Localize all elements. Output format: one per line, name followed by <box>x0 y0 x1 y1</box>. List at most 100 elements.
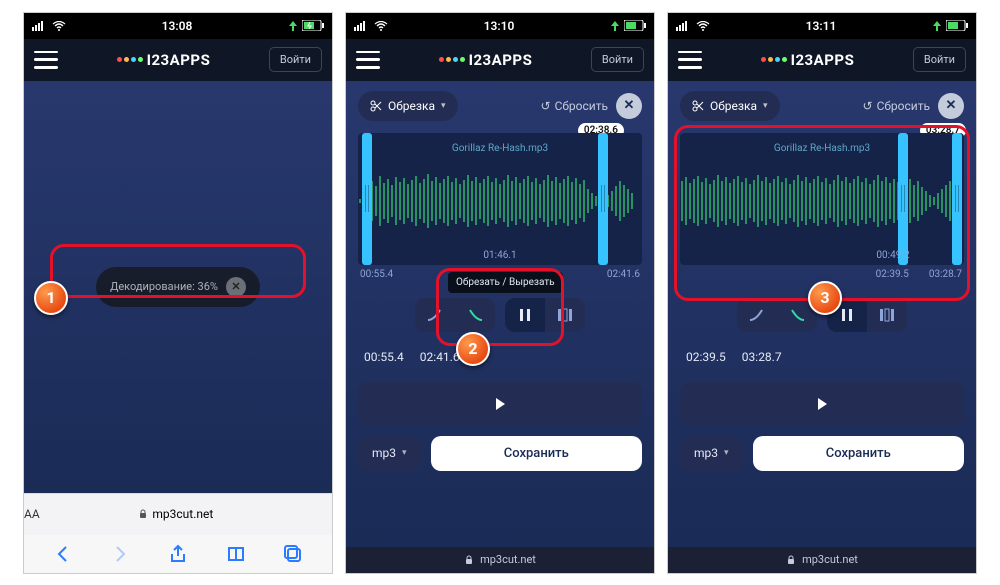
lock-icon <box>786 555 796 565</box>
format-button[interactable]: mp3 ▾ <box>358 436 421 471</box>
play-icon <box>492 396 508 412</box>
menu-icon[interactable] <box>678 51 702 69</box>
app-surface: Обрезка ▾ ↺ Сбросить ✕ 02:38.6 Gorillaz … <box>346 81 654 547</box>
waveform-svg <box>358 171 638 231</box>
trim-outside-button[interactable] <box>545 298 585 332</box>
status-bar: 13:10 <box>346 13 654 39</box>
trim-outside-button[interactable] <box>867 298 907 332</box>
login-button[interactable]: Войти <box>591 47 644 72</box>
waveform-svg <box>680 171 960 231</box>
reset-button[interactable]: ↺ Сбросить <box>863 99 931 113</box>
menu-icon[interactable] <box>34 51 58 69</box>
trim-mode-button[interactable]: Обрезка ▾ <box>358 91 458 121</box>
fade-out-button[interactable] <box>455 298 495 332</box>
url-text: mp3cut.net <box>152 507 213 521</box>
brand-logo: I23APPS <box>761 51 855 69</box>
menu-icon[interactable] <box>356 51 380 69</box>
cut-group <box>505 298 585 332</box>
trim-inside-button[interactable] <box>505 298 545 332</box>
waveform[interactable]: Gorillaz Re-Hash.mp3 01:46.1 <box>358 133 642 265</box>
save-button[interactable]: Сохранить <box>753 436 964 471</box>
undo-icon: ↺ <box>863 99 873 113</box>
login-button[interactable]: Войти <box>269 47 322 72</box>
forward-icon[interactable] <box>110 544 130 564</box>
trim-handle-end[interactable] <box>952 133 962 265</box>
save-button[interactable]: Сохранить <box>431 436 642 471</box>
play-button[interactable] <box>680 382 964 426</box>
trim-handle-start[interactable] <box>898 133 908 265</box>
safari-toolbar <box>24 535 332 573</box>
trim-mode-button[interactable]: Обрезка ▾ <box>680 91 780 121</box>
fade-group <box>737 298 817 332</box>
track-filename: Gorillaz Re-Hash.mp3 <box>452 143 548 154</box>
selection-end[interactable]: 03:28.7 <box>742 350 782 364</box>
waveform[interactable]: Gorillaz Re-Hash.mp3 00:49.2 <box>680 133 964 265</box>
brand-logo: I23APPS <box>117 51 211 69</box>
close-button[interactable]: ✕ <box>616 93 642 119</box>
time-ruler: 02:39.5 03:28.7 <box>680 265 964 280</box>
ruler-start: 02:39.5 <box>876 269 909 280</box>
play-button[interactable] <box>358 382 642 426</box>
safari-address-bar[interactable]: mp3cut.net <box>668 547 976 573</box>
wave-center-time: 00:49.2 <box>876 250 909 261</box>
back-icon[interactable] <box>53 544 73 564</box>
cancel-decode-button[interactable]: ✕ <box>226 277 246 297</box>
url-text: mp3cut.net <box>480 553 536 566</box>
safari-address-bar[interactable]: AA mp3cut.net <box>24 493 332 535</box>
selection-times: 00:55.4 02:41.6 <box>358 342 642 372</box>
selection-end[interactable]: 02:41.6 <box>420 350 460 364</box>
status-time: 13:08 <box>162 19 193 33</box>
text-size-button[interactable]: AA <box>24 507 40 521</box>
selection-start[interactable]: 00:55.4 <box>364 350 404 364</box>
ruler-end: 03:28.7 <box>929 269 962 280</box>
editor-toolbar: Обрезка ▾ ↺ Сбросить ✕ <box>358 91 642 121</box>
app-surface: 1 Декодирование: 36% ✕ <box>24 81 332 493</box>
tooltip-cut: Обрезать / Вырезать <box>448 272 563 293</box>
status-time: 13:11 <box>806 19 837 33</box>
app-surface: Обрезка ▾ ↺ Сбросить ✕ 03:28.7 Gorillaz … <box>668 81 976 547</box>
trim-handle-end[interactable] <box>598 133 608 265</box>
lock-icon <box>138 509 148 519</box>
track-filename: Gorillaz Re-Hash.mp3 <box>774 143 870 154</box>
phone-screen-2: 13:10 I23APPS Войти Обрезка ▾ ↺ Сбросить… <box>345 12 655 574</box>
share-icon[interactable] <box>168 544 188 564</box>
selection-start[interactable]: 02:39.5 <box>686 350 726 364</box>
fade-group <box>415 298 495 332</box>
trim-handle-start[interactable] <box>362 133 372 265</box>
brand-text: I23APPS <box>469 51 533 69</box>
safari-address-bar[interactable]: mp3cut.net <box>346 547 654 573</box>
fade-in-button[interactable] <box>415 298 455 332</box>
waveform-container: 03:28.7 Gorillaz Re-Hash.mp3 00:49.2 02:… <box>680 133 964 280</box>
chevron-down-icon: ▾ <box>763 101 768 111</box>
phone-screen-3: 13:11 I23APPS Войти Обрезка ▾ ↺ Сбросить… <box>667 12 977 574</box>
format-label: mp3 <box>694 446 718 460</box>
phone-screen-1: 13:08 I23APPS Войти 1 Декодирование: 36%… <box>23 12 333 574</box>
bottom-actions: mp3 ▾ Сохранить <box>358 436 642 471</box>
reset-label: Сбросить <box>555 99 608 113</box>
close-button[interactable]: ✕ <box>938 93 964 119</box>
status-time: 13:10 <box>484 19 515 33</box>
waveform-container: 02:38.6 Gorillaz Re-Hash.mp3 01:46.1 00:… <box>358 133 642 280</box>
chevron-down-icon: ▾ <box>724 448 729 458</box>
ruler-end: 02:41.6 <box>607 269 640 280</box>
step-badge-3: 3 <box>808 281 842 315</box>
brand-text: I23APPS <box>791 51 855 69</box>
app-header: I23APPS Войти <box>668 39 976 81</box>
bookmarks-icon[interactable] <box>226 544 246 564</box>
fade-in-button[interactable] <box>737 298 777 332</box>
play-icon <box>814 396 830 412</box>
status-bar: 13:08 <box>24 13 332 39</box>
reset-button[interactable]: ↺ Сбросить <box>541 99 609 113</box>
scissors-icon <box>370 100 382 112</box>
tabs-icon[interactable] <box>283 544 303 564</box>
chevron-down-icon: ▾ <box>441 101 446 111</box>
brand-logo: I23APPS <box>439 51 533 69</box>
decode-text: Декодирование: 36% <box>110 280 218 293</box>
brand-text: I23APPS <box>147 51 211 69</box>
editor-toolbar: Обрезка ▾ ↺ Сбросить ✕ <box>680 91 964 121</box>
step-badge-1: 1 <box>34 281 68 315</box>
mode-segmented: Обрезать / Вырезать 2 <box>358 298 642 332</box>
format-button[interactable]: mp3 ▾ <box>680 436 743 471</box>
undo-icon: ↺ <box>541 99 551 113</box>
login-button[interactable]: Войти <box>913 47 966 72</box>
